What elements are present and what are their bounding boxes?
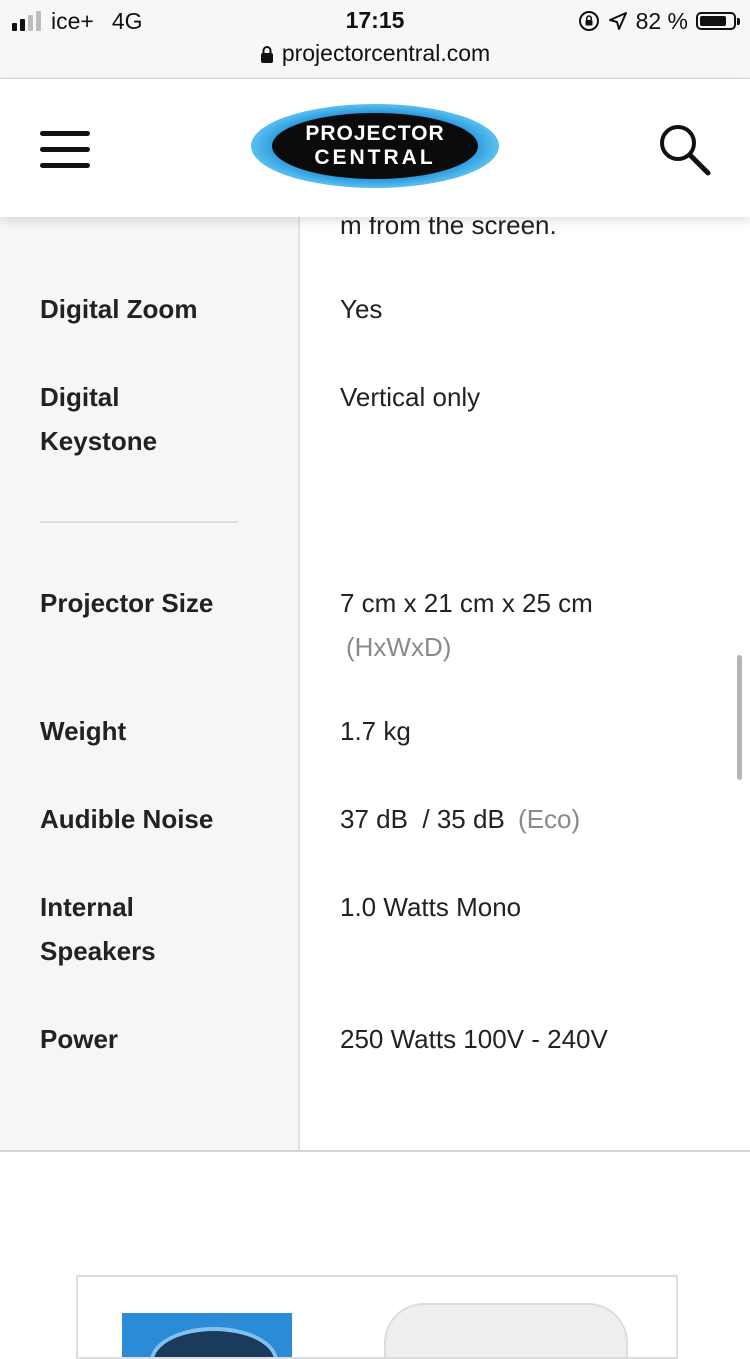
spec-label-digital-zoom: Digital Zoom — [40, 294, 198, 324]
spec-table: m from the screen. Digital Zoom Yes Digi… — [0, 217, 750, 1150]
spec-value-weight: 1.7 kg — [340, 716, 411, 746]
spec-label-projector-size: Projector Size — [40, 588, 214, 618]
site-header: PROJECTOR CENTRAL — [0, 79, 750, 217]
hamburger-icon[interactable] — [40, 131, 90, 171]
logo-text-top: PROJECTOR — [305, 122, 444, 145]
label-line: Digital — [40, 382, 120, 412]
label-line: Speakers — [40, 936, 156, 966]
spec-value-internal-speakers: 1.0 Watts Mono — [340, 892, 522, 922]
location-arrow-icon — [608, 12, 627, 30]
value-main: 37 dB / 35 dB — [340, 804, 505, 834]
product-box-image[interactable] — [122, 1313, 292, 1357]
url-text[interactable]: projectorcentral.com — [282, 40, 490, 67]
projector-central-logo[interactable]: PROJECTOR CENTRAL — [250, 101, 500, 191]
product-card[interactable] — [76, 1275, 678, 1359]
status-right: 82 % — [578, 7, 740, 34]
battery-fill — [700, 16, 727, 26]
spec-value-power: 250 Watts 100V - 240V — [340, 1024, 608, 1054]
projector-product-image[interactable] — [384, 1303, 628, 1357]
value-note: (HxWxD) — [346, 632, 452, 662]
spec-value-audible-noise: 37 dB / 35 dB (Eco) — [340, 797, 720, 841]
spec-value-partial: m from the screen. — [340, 217, 557, 240]
spec-label-digital-keystone: Digital Keystone — [40, 375, 270, 463]
rotation-lock-icon — [578, 11, 599, 31]
section-divider — [40, 521, 238, 523]
battery-icon — [696, 12, 740, 30]
value-main: 7 cm x 21 cm x 25 cm — [340, 588, 593, 618]
spec-label-weight: Weight — [40, 716, 127, 746]
spec-value-projector-size: 7 cm x 21 cm x 25 cm (HxWxD) — [340, 581, 720, 669]
scroll-indicator[interactable] — [737, 655, 742, 780]
spec-label-audible-noise: Audible Noise — [40, 804, 214, 834]
spec-label-internal-speakers: Internal Speakers — [40, 885, 270, 973]
lens-graphic — [150, 1327, 278, 1357]
spec-value-digital-keystone: Vertical only — [340, 382, 481, 412]
spec-label-power: Power — [40, 1024, 119, 1054]
battery-percent: 82 % — [635, 7, 688, 34]
spec-label-column — [0, 217, 300, 1150]
value-note: (Eco) — [518, 804, 581, 834]
address-bar[interactable]: projectorcentral.com — [0, 40, 750, 67]
spec-value-digital-zoom: Yes — [340, 294, 383, 324]
logo-text-bottom: CENTRAL — [314, 146, 435, 169]
label-line: Internal — [40, 892, 134, 922]
search-icon[interactable] — [656, 121, 712, 177]
section-separator — [0, 1150, 750, 1152]
status-bar: ice+ 4G 17:15 82 % projectorcentral.com — [0, 0, 750, 79]
label-line: Keystone — [40, 426, 158, 456]
lock-icon — [260, 45, 273, 63]
